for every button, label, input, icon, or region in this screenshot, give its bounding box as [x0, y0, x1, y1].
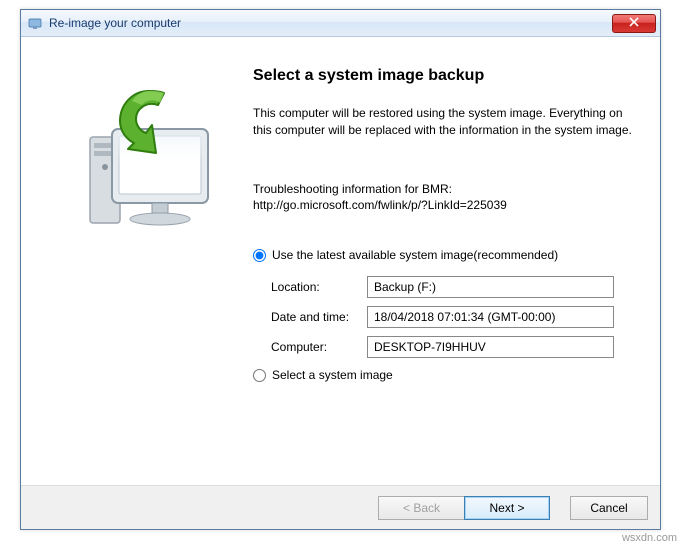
location-value: Backup (F:)	[367, 276, 614, 298]
field-location: Location: Backup (F:)	[253, 276, 632, 298]
radio-use-latest[interactable]	[253, 249, 266, 262]
option-select-image-label: Select a system image	[272, 368, 393, 382]
button-bar: < Back Next > Cancel	[21, 485, 660, 529]
computer-label: Computer:	[271, 340, 367, 354]
app-icon	[27, 15, 43, 31]
back-button[interactable]: < Back	[378, 496, 464, 520]
radio-select-image[interactable]	[253, 369, 266, 382]
reimage-graphic	[64, 87, 224, 247]
cancel-button[interactable]: Cancel	[570, 496, 648, 520]
troubleshoot-block: Troubleshooting information for BMR: htt…	[253, 181, 632, 215]
watermark: wsxdn.com	[622, 532, 677, 544]
nav-button-group: < Back Next >	[378, 496, 550, 520]
wizard-window: Re-image your computer	[20, 9, 661, 530]
option-select-image[interactable]: Select a system image	[253, 368, 632, 382]
field-computer: Computer: DESKTOP-7I9HHUV	[253, 336, 632, 358]
graphic-pane	[21, 37, 253, 485]
location-label: Location:	[271, 280, 367, 294]
window-title: Re-image your computer	[49, 16, 612, 30]
field-datetime: Date and time: 18/04/2018 07:01:34 (GMT-…	[253, 306, 632, 328]
next-button[interactable]: Next >	[464, 496, 550, 520]
option-use-latest-label: Use the latest available system image(re…	[272, 248, 558, 262]
titlebar: Re-image your computer	[21, 10, 660, 37]
close-icon	[629, 16, 639, 30]
close-button[interactable]	[612, 14, 656, 33]
computer-value: DESKTOP-7I9HHUV	[367, 336, 614, 358]
description-text: This computer will be restored using the…	[253, 105, 632, 139]
page-heading: Select a system image backup	[253, 67, 632, 85]
datetime-label: Date and time:	[271, 310, 367, 324]
troubleshoot-link: http://go.microsoft.com/fwlink/p/?LinkId…	[253, 197, 632, 214]
main-pane: Select a system image backup This comput…	[253, 37, 660, 485]
datetime-value: 18/04/2018 07:01:34 (GMT-00:00)	[367, 306, 614, 328]
option-use-latest[interactable]: Use the latest available system image(re…	[253, 248, 632, 262]
content-area: Select a system image backup This comput…	[21, 37, 660, 485]
troubleshoot-label: Troubleshooting information for BMR:	[253, 181, 632, 198]
